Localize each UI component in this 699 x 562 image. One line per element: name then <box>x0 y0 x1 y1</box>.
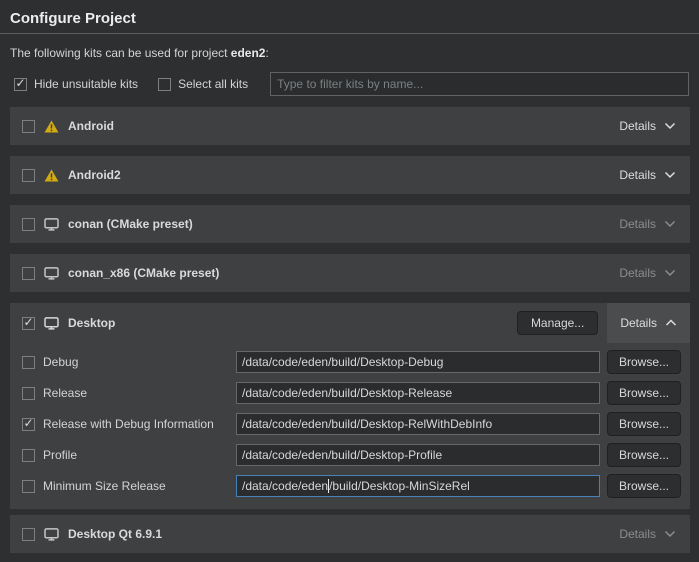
kit-android-checkbox[interactable] <box>22 120 35 133</box>
hide-unsuitable-kits-checkbox[interactable]: ✓ <box>14 78 27 91</box>
kit-name: conan_x86 (CMake preset) <box>68 266 219 280</box>
build-profile-checkbox[interactable] <box>22 449 35 462</box>
kit-panel-desktop: ✓ Desktop Manage... Details Debug Browse… <box>10 303 690 509</box>
warning-icon <box>44 120 59 133</box>
desktop-icon <box>44 317 59 330</box>
chevron-down-icon <box>664 269 676 277</box>
build-label: Minimum Size Release <box>43 479 166 493</box>
details-button-conan-x86[interactable]: Details <box>619 266 676 280</box>
kit-row-conan: conan (CMake preset) Details <box>10 205 690 243</box>
hide-unsuitable-kits-checkbox-group[interactable]: ✓ Hide unsuitable kits <box>14 77 138 91</box>
kit-row-conan-x86: conan_x86 (CMake preset) Details <box>10 254 690 292</box>
check-icon: ✓ <box>23 316 33 328</box>
kit-android2-checkbox[interactable] <box>22 169 35 182</box>
select-all-kits-checkbox-group[interactable]: Select all kits <box>158 77 248 91</box>
browse-button[interactable]: Browse... <box>607 350 681 374</box>
kit-conan-x86-checkbox[interactable] <box>22 267 35 280</box>
intro-text: The following kits can be used for proje… <box>10 46 689 60</box>
chevron-down-icon <box>664 171 676 179</box>
project-name: eden2 <box>231 46 266 60</box>
browse-button[interactable]: Browse... <box>607 412 681 436</box>
chevron-down-icon <box>664 530 676 538</box>
build-profile-path-input[interactable] <box>236 444 600 466</box>
details-button-android2[interactable]: Details <box>619 168 676 182</box>
kit-name: conan (CMake preset) <box>68 217 193 231</box>
select-all-kits-checkbox[interactable] <box>158 78 171 91</box>
build-minsizerel-path-input[interactable]: /data/code/eden/build/Desktop-MinSizeRel <box>236 475 600 497</box>
build-debug-path-input[interactable] <box>236 351 600 373</box>
kit-name: Desktop <box>68 316 115 330</box>
details-button-desktop[interactable]: Details <box>607 303 690 343</box>
details-button-conan[interactable]: Details <box>619 217 676 231</box>
warning-icon <box>44 169 59 182</box>
kit-list: Android Details Android2 Details conan (… <box>0 107 699 553</box>
hide-unsuitable-kits-label: Hide unsuitable kits <box>34 77 138 91</box>
check-icon: ✓ <box>15 77 25 89</box>
desktop-icon <box>44 218 59 231</box>
page-title: Configure Project <box>10 10 689 27</box>
desktop-icon <box>44 528 59 541</box>
build-debug-checkbox[interactable] <box>22 356 35 369</box>
kit-row-desktop-qt: Desktop Qt 6.9.1 Details <box>10 515 690 553</box>
build-minsizerel-checkbox[interactable] <box>22 480 35 493</box>
build-row-profile: Profile Browse... <box>22 443 681 467</box>
kit-name: Android <box>68 119 114 133</box>
kit-desktop-qt-checkbox[interactable] <box>22 528 35 541</box>
chevron-up-icon <box>665 319 677 327</box>
build-relwithdebinfo-checkbox[interactable]: ✓ <box>22 418 35 431</box>
controls-row: ✓ Hide unsuitable kits Select all kits <box>14 72 689 96</box>
desktop-icon <box>44 267 59 280</box>
kit-row-android2: Android2 Details <box>10 156 690 194</box>
kit-filter-input[interactable] <box>270 72 689 96</box>
build-row-release: Release Browse... <box>22 381 681 405</box>
build-release-path-input[interactable] <box>236 382 600 404</box>
build-label: Profile <box>43 448 77 462</box>
browse-button[interactable]: Browse... <box>607 443 681 467</box>
details-button-desktop-qt[interactable]: Details <box>619 527 676 541</box>
build-row-minsizerel: Minimum Size Release /data/code/eden/bui… <box>22 474 681 498</box>
page-header: Configure Project <box>0 0 699 34</box>
build-relwithdebinfo-path-input[interactable] <box>236 413 600 435</box>
kit-name: Android2 <box>68 168 121 182</box>
kit-name: Desktop Qt 6.9.1 <box>68 527 162 541</box>
kit-conan-checkbox[interactable] <box>22 218 35 231</box>
select-all-kits-label: Select all kits <box>178 77 248 91</box>
check-icon: ✓ <box>23 417 33 429</box>
details-button-android[interactable]: Details <box>619 119 676 133</box>
build-row-debug: Debug Browse... <box>22 350 681 374</box>
browse-button[interactable]: Browse... <box>607 474 681 498</box>
manage-button[interactable]: Manage... <box>517 311 598 335</box>
kit-row-desktop: ✓ Desktop Manage... Details <box>10 303 690 343</box>
build-label: Debug <box>43 355 78 369</box>
build-release-checkbox[interactable] <box>22 387 35 400</box>
kit-desktop-checkbox[interactable]: ✓ <box>22 317 35 330</box>
build-row-relwithdebinfo: ✓ Release with Debug Information Browse.… <box>22 412 681 436</box>
browse-button[interactable]: Browse... <box>607 381 681 405</box>
build-label: Release <box>43 386 87 400</box>
chevron-down-icon <box>664 220 676 228</box>
chevron-down-icon <box>664 122 676 130</box>
kit-row-android: Android Details <box>10 107 690 145</box>
build-label: Release with Debug Information <box>43 417 214 431</box>
